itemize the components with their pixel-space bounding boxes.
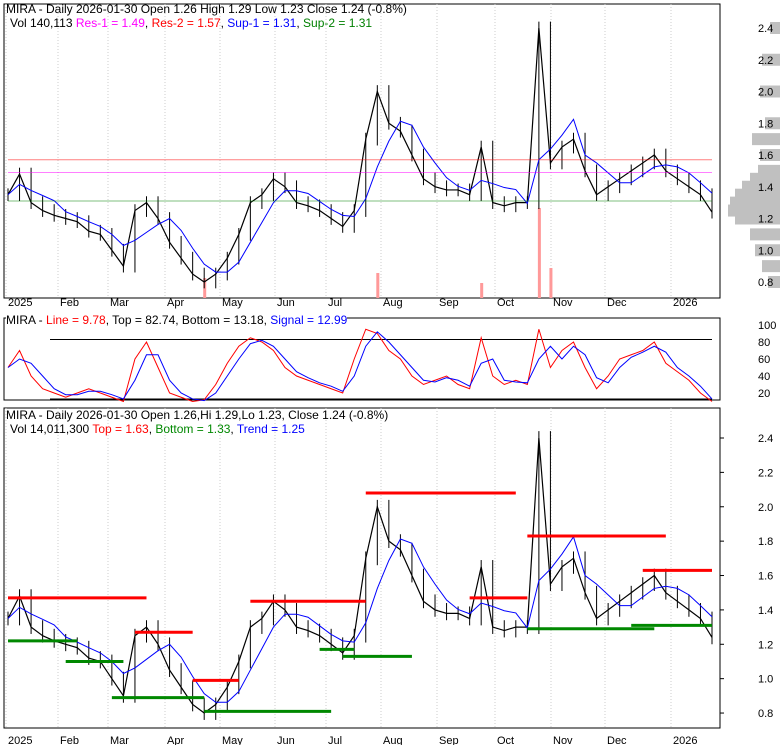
- x-tick-label-bottom: Oct: [497, 735, 514, 745]
- x-tick-label-bottom: Apr: [167, 735, 184, 745]
- sup2-label: Sup-2 = 1.31: [303, 16, 373, 30]
- price-line: [7, 27, 713, 283]
- price-tick-label: 1.6: [758, 150, 773, 162]
- volume-bar: [537, 208, 541, 298]
- x-tick-label: Mar: [110, 297, 129, 309]
- res1-label: Res-1 = 1.49: [75, 16, 145, 30]
- osc-ticker: MIRA -: [6, 313, 47, 327]
- price2-tick-label: 1.8: [758, 536, 773, 548]
- panel1-title: MIRA - Daily 2026-01-30 Open 1.26 High 1…: [6, 2, 407, 16]
- oscillator-panel-frame: [3, 317, 721, 401]
- price2-tick-label: 0.8: [758, 708, 773, 720]
- price-tick-label: 0.8: [758, 277, 773, 289]
- osc-signal: [7, 331, 713, 402]
- x-tick-label: 2025: [8, 297, 32, 309]
- x-tick-label: 2026: [673, 297, 697, 309]
- volume-profile-bar: [750, 228, 780, 241]
- osc-tick-label: 20: [758, 388, 770, 400]
- price-tick-label: 2.2: [758, 55, 773, 67]
- panel1-legend: Vol 140,113 Res-1 = 1.49, Res-2 = 1.57, …: [10, 16, 373, 30]
- x-tick-label-bottom: May: [222, 735, 243, 745]
- x-tick-label: Feb: [60, 297, 79, 309]
- volume-profile-bar: [762, 260, 780, 273]
- price2-tick-label: 1.4: [758, 605, 773, 617]
- x-tick-label-bottom: 2025: [8, 735, 32, 745]
- volume-bar: [549, 268, 553, 298]
- price-tick-label: 1.0: [758, 245, 773, 257]
- sup1-label: Sup-1 = 1.31: [227, 16, 297, 30]
- x-tick-label-bottom: 2026: [673, 735, 697, 745]
- x-tick-label: Oct: [497, 297, 514, 309]
- x-tick-label-bottom: Jun: [277, 735, 295, 745]
- price2-tick-label: 1.6: [758, 571, 773, 583]
- volume-profile-bar: [758, 164, 780, 177]
- x-tick-label-bottom: Jul: [328, 735, 342, 745]
- price2-tick-label: 1.0: [758, 674, 773, 686]
- volume-profile-bar: [752, 133, 780, 146]
- x-tick-label-bottom: Nov: [553, 735, 573, 745]
- x-tick-label: Jun: [277, 297, 295, 309]
- volume-bar: [376, 273, 380, 298]
- bottom-label: Bottom = 1.33: [155, 422, 231, 436]
- osc-tick-label: 40: [758, 371, 770, 383]
- x-tick-label: Dec: [607, 297, 627, 309]
- volume-label: Vol 140,113: [10, 16, 73, 30]
- price-tick-label: 1.2: [758, 214, 773, 226]
- x-tick-label: May: [222, 297, 243, 309]
- x-tick-label-bottom: Dec: [607, 735, 627, 745]
- osc-tick-label: 100: [758, 320, 776, 332]
- x-tick-label: Aug: [383, 297, 403, 309]
- panel3-legend: Vol 14,011,300 Top = 1.63, Bottom = 1.33…: [10, 422, 305, 436]
- price2-tick-label: 2.2: [758, 467, 773, 479]
- x-tick-label: Sep: [439, 297, 459, 309]
- trend-label: Trend = 1.25: [236, 422, 305, 436]
- price2-tick-label: 2.0: [758, 502, 773, 514]
- price2-moving-average: [7, 535, 713, 703]
- panel3-title: MIRA - Daily 2026-01-30 Open 1.26,Hi 1.2…: [6, 408, 389, 422]
- x-tick-label-bottom: Mar: [110, 735, 129, 745]
- x-tick-label: Jul: [328, 297, 342, 309]
- price-tick-label: 1.4: [758, 182, 773, 194]
- osc-levels: , Top = 82.74, Bottom = 13.18,: [105, 313, 271, 327]
- x-tick-label: Apr: [167, 297, 184, 309]
- x-tick-label: Nov: [553, 297, 573, 309]
- volume-bar: [480, 283, 484, 298]
- price-tick-label: 2.4: [758, 23, 773, 35]
- price2-line: [7, 437, 713, 714]
- price-tick-label: 2.0: [758, 87, 773, 99]
- osc-signal-label: Signal = 12.99: [270, 313, 348, 327]
- chart-canvas: 2.4 2.4 2.2 2.2 2.0 2.0 1.8 1.8 1.6 1.6 1.4 1.4 1.2 1…: [3, 3, 780, 745]
- x-tick-label-bottom: Aug: [383, 735, 403, 745]
- price-moving-average: [7, 118, 713, 273]
- osc-tick-label: 80: [758, 337, 770, 349]
- osc-line: [7, 328, 713, 403]
- price2-tick-label: 1.2: [758, 639, 773, 651]
- res2-label: Res-2 = 1.57: [151, 16, 221, 30]
- panel2-legend: MIRA - Line = 9.78, Top = 82.74, Bottom …: [6, 313, 348, 327]
- top-label: Top = 1.63: [92, 422, 149, 436]
- volume3-label: Vol 14,011,300: [10, 422, 90, 436]
- osc-tick-label: 60: [758, 354, 770, 366]
- price2-tick-label: 2.4: [758, 433, 773, 445]
- x-tick-label-bottom: Sep: [439, 735, 459, 745]
- x-tick-label-bottom: Feb: [60, 735, 79, 745]
- stock-chart: 2.4 2.4 2.2 2.2 2.0 2.0 1.8 1.8 1.6 1.6 1.4 1.4 1.2 1…: [0, 0, 780, 745]
- price-tick-label: 1.8: [758, 118, 773, 130]
- osc-line-label: Line = 9.78: [46, 313, 106, 327]
